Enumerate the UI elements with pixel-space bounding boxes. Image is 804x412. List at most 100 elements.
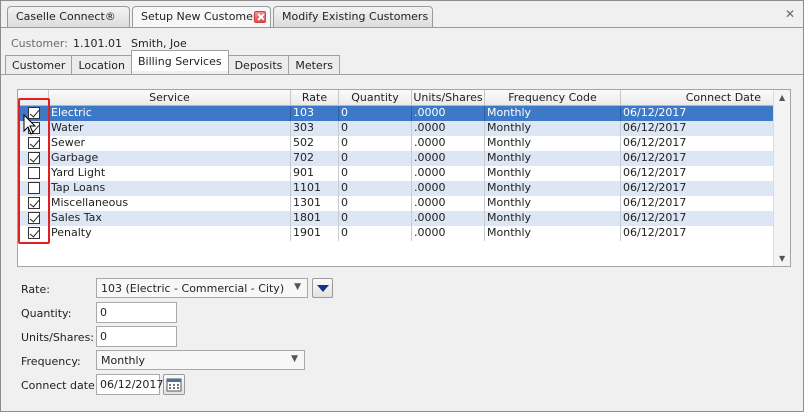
frequency-value: Monthly — [101, 354, 146, 367]
mouse-cursor-icon — [23, 114, 37, 135]
cell-rate: 1101 — [291, 181, 339, 196]
cell-quantity: 0 — [339, 136, 412, 151]
tab-label: Caselle Connect® — [16, 10, 116, 23]
calendar-icon — [166, 378, 182, 392]
cell-frequency: Monthly — [485, 226, 621, 241]
header-rate[interactable]: Rate — [291, 90, 339, 106]
tab-setup-new-customers[interactable]: Setup New Customers — [132, 6, 271, 28]
header-connect-date[interactable]: Connect Date — [621, 90, 774, 106]
header-service[interactable]: Service — [49, 90, 291, 106]
header-units-shares[interactable]: Units/Shares — [412, 90, 485, 106]
cell-connect-date: 06/12/2017 — [621, 181, 774, 196]
vertical-scrollbar[interactable]: ▲ ▼ — [773, 90, 790, 266]
cell-rate: 1901 — [291, 226, 339, 241]
cell-quantity: 0 — [339, 226, 412, 241]
cell-units-shares: .0000 — [412, 106, 485, 121]
cell-connect-date: 06/12/2017 — [621, 121, 774, 136]
table-row[interactable]: Electric 103 0.0000 Monthly 06/12/2017 — [18, 106, 774, 121]
cell-service: Garbage — [49, 151, 291, 166]
cell-quantity: 0 — [339, 106, 412, 121]
cell-units-shares: .0000 — [412, 136, 485, 151]
cell-units-shares: .0000 — [412, 196, 485, 211]
table-row[interactable]: Garbage 702 0.0000 Monthly 06/12/2017 — [18, 151, 774, 166]
tab-customer[interactable]: Customer — [5, 55, 73, 75]
connect-date-field[interactable]: 06/12/2017 — [96, 374, 163, 395]
cell-units-shares: .0000 — [412, 211, 485, 226]
cell-service: Tap Loans — [49, 181, 291, 196]
cell-quantity: 0 — [339, 166, 412, 181]
tab-close-icon[interactable] — [254, 11, 266, 23]
table-row[interactable]: Sewer 502 0.0000 Monthly 06/12/2017 — [18, 136, 774, 151]
cell-quantity: 0 — [339, 211, 412, 226]
table-row[interactable]: Yard Light 901 0.0000 Monthly 06/12/2017 — [18, 166, 774, 181]
tab-location[interactable]: Location — [71, 55, 132, 75]
customer-header: Customer: 1.101.01 Smith, Joe — [11, 37, 187, 50]
header-frequency-code[interactable]: Frequency Code — [485, 90, 621, 106]
table-row[interactable]: Penalty 1901 0.0000 Monthly 06/12/2017 — [18, 226, 774, 241]
table-row[interactable]: Water 303 0.0000 Monthly 06/12/2017 — [18, 121, 774, 136]
cell-quantity: 0 — [339, 196, 412, 211]
tab-billing-services[interactable]: Billing Services — [130, 50, 229, 71]
customer-number: 1.101.01 — [73, 37, 122, 50]
units-shares-field[interactable]: 0 — [96, 326, 177, 347]
cell-frequency: Monthly — [485, 121, 621, 136]
tab-label: Modify Existing Customers — [282, 10, 429, 23]
cell-units-shares: .0000 — [412, 151, 485, 166]
cell-units-shares: .0000 — [412, 226, 485, 241]
tab-modify-existing-customers[interactable]: Modify Existing Customers — [273, 6, 433, 27]
chevron-down-icon: ▼ — [294, 282, 301, 292]
window-close-icon[interactable]: ✕ — [785, 8, 795, 20]
tab-deposits[interactable]: Deposits — [227, 55, 290, 75]
rate-value: 103 (Electric - Commercial - City) — [101, 282, 285, 295]
connect-date-label: Connect date: — [21, 379, 99, 392]
document-tab-strip: Caselle Connect® Setup New Customers Mod… — [7, 6, 435, 28]
services-grid[interactable]: Service Rate Quantity Units/Shares Frequ… — [17, 89, 791, 267]
cell-service: Yard Light — [49, 166, 291, 181]
cell-rate: 1301 — [291, 196, 339, 211]
tab-label: Location — [78, 59, 125, 72]
cell-frequency: Monthly — [485, 196, 621, 211]
table-row[interactable]: Tap Loans 1101 0.0000 Monthly 06/12/2017 — [18, 181, 774, 196]
cell-service: Water — [49, 121, 291, 136]
cell-rate: 502 — [291, 136, 339, 151]
cell-units-shares: .0000 — [412, 166, 485, 181]
frequency-select[interactable]: Monthly ▼ — [96, 350, 305, 370]
tab-label: Billing Services — [137, 55, 222, 68]
cell-quantity: 0 — [339, 151, 412, 166]
cell-units-shares: .0000 — [412, 181, 485, 196]
tab-label: Setup New Customers — [141, 10, 264, 23]
cell-rate: 1801 — [291, 211, 339, 226]
cell-connect-date: 06/12/2017 — [621, 106, 774, 121]
cell-quantity: 0 — [339, 181, 412, 196]
sub-tab-strip: Customer Location Billing Services Depos… — [5, 50, 340, 75]
cell-connect-date: 06/12/2017 — [621, 196, 774, 211]
tab-label: Customer — [12, 59, 66, 72]
tab-meters[interactable]: Meters — [288, 55, 340, 75]
rate-lookup-button[interactable] — [312, 278, 333, 298]
cell-rate: 901 — [291, 166, 339, 181]
cell-connect-date: 06/12/2017 — [621, 151, 774, 166]
cell-frequency: Monthly — [485, 181, 621, 196]
cell-service: Miscellaneous — [49, 196, 291, 211]
header-quantity[interactable]: Quantity — [339, 90, 412, 106]
cell-rate: 103 — [291, 106, 339, 121]
cell-frequency: Monthly — [485, 211, 621, 226]
cell-frequency: Monthly — [485, 136, 621, 151]
cell-units-shares: .0000 — [412, 121, 485, 136]
scroll-up-icon[interactable]: ▲ — [779, 93, 785, 102]
table-row[interactable]: Sales Tax 1801 0.0000 Monthly 06/12/2017 — [18, 211, 774, 226]
cell-connect-date: 06/12/2017 — [621, 136, 774, 151]
quantity-field[interactable]: 0 — [96, 302, 177, 323]
table-row[interactable]: Miscellaneous 1301 0.0000 Monthly 06/12/2017 — [18, 196, 774, 211]
cell-connect-date: 06/12/2017 — [621, 166, 774, 181]
cell-connect-date: 06/12/2017 — [621, 226, 774, 241]
scroll-down-icon[interactable]: ▼ — [779, 254, 785, 263]
cell-service: Sewer — [49, 136, 291, 151]
tab-strip-divider — [1, 27, 803, 28]
calendar-button[interactable] — [163, 374, 185, 395]
cell-quantity: 0 — [339, 121, 412, 136]
sub-tab-divider — [1, 74, 803, 75]
tab-caselle-connect[interactable]: Caselle Connect® — [7, 6, 130, 27]
app-window: Caselle Connect® Setup New Customers Mod… — [0, 0, 804, 412]
rate-select[interactable]: 103 (Electric - Commercial - City) ▼ — [96, 278, 308, 298]
